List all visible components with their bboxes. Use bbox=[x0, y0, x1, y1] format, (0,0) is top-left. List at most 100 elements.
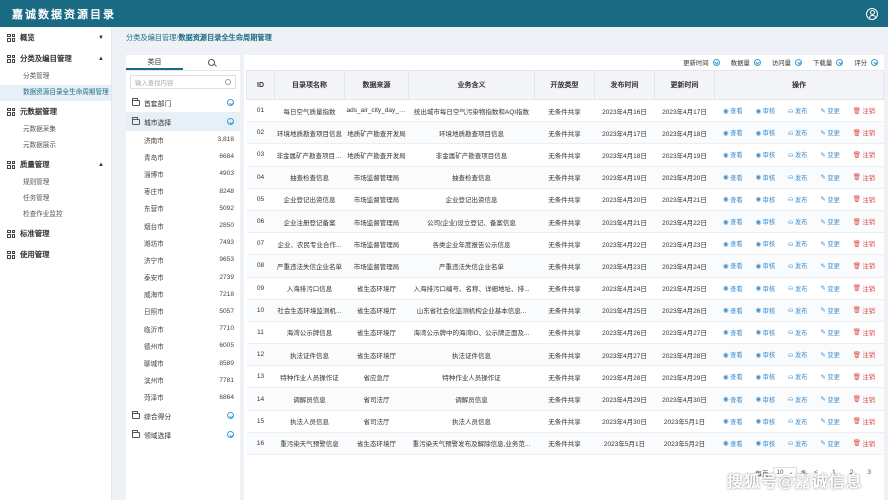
city-item[interactable]: 滨州市 7781 bbox=[126, 372, 240, 389]
audit-button[interactable]: ◉ 审核 bbox=[755, 395, 775, 404]
user-icon[interactable] bbox=[866, 7, 878, 20]
change-button[interactable]: ✎ 变更 bbox=[820, 217, 840, 227]
cancel-button[interactable]: 🗑 注销 bbox=[853, 261, 875, 271]
sort-icon[interactable] bbox=[836, 59, 844, 66]
cancel-button[interactable]: 🗑 注销 bbox=[853, 128, 875, 138]
view-button[interactable]: ◉ 查看 bbox=[723, 284, 743, 293]
city-item[interactable]: 淄博市 4903 bbox=[126, 165, 240, 182]
change-button[interactable]: ✎ 变更 bbox=[820, 195, 840, 204]
table-row[interactable]: 09 入海排污口信息 省生态环境厅 入海排污口编号、名称、详细地址、排... 无条件共享… bbox=[246, 277, 884, 300]
city-item[interactable]: 聊城市 8589 bbox=[126, 354, 240, 371]
publish-button[interactable]: ⛀ 发布 bbox=[788, 150, 808, 160]
view-button[interactable]: ◉ 查看 bbox=[723, 261, 743, 271]
city-item[interactable]: 德州市 6005 bbox=[126, 337, 240, 354]
audit-button[interactable]: ◉ 审核 bbox=[755, 372, 775, 382]
change-button[interactable]: ✎ 变更 bbox=[820, 128, 840, 138]
view-button[interactable]: ◉ 查看 bbox=[723, 395, 743, 404]
table-row[interactable]: 11 海湾公示牌信息 省生态环境厅 海湾公示牌中的海湾ID、公示牌正面及... 无条件共… bbox=[246, 321, 884, 345]
table-row[interactable]: 04 抽查检查信息 市场监督管理局 抽查检查信息 无条件共享 2023年4月19日 2023… bbox=[246, 166, 884, 189]
audit-button[interactable]: ◉ 审核 bbox=[755, 173, 775, 182]
expand-icon[interactable] bbox=[227, 412, 234, 419]
publish-button[interactable]: ⛀ 发布 bbox=[788, 350, 808, 360]
audit-button[interactable]: ◉ 审核 bbox=[755, 217, 775, 227]
table-row[interactable]: 12 执法证件信息 省生态环境厅 执法证件信息 无条件共享 2023年4月27日 2023年… bbox=[246, 343, 884, 367]
sidebar-group[interactable]: 分类及编目管理 ▲ bbox=[0, 48, 111, 69]
audit-button[interactable]: ◉ 审核 bbox=[755, 328, 775, 337]
cancel-button[interactable]: 🗑 注销 bbox=[853, 173, 875, 182]
sidebar-item[interactable]: 规则管理 bbox=[0, 175, 111, 191]
publish-button[interactable]: ⛀ 发布 bbox=[788, 173, 808, 182]
audit-button[interactable]: ◉ 审核 bbox=[755, 284, 775, 293]
sort-filter[interactable]: 访问量 bbox=[772, 58, 803, 67]
table-row[interactable]: 14 调解员信息 省司法厅 调解员信息 无条件共享 2023年4月29日 2023年4月30… bbox=[246, 387, 884, 411]
city-item[interactable]: 东营市 5092 bbox=[126, 200, 240, 217]
page-number[interactable]: 3 bbox=[867, 469, 871, 476]
cancel-button[interactable]: 🗑 注销 bbox=[853, 106, 875, 116]
tree-group-score[interactable]: 综合得分 bbox=[126, 406, 240, 425]
cancel-button[interactable]: 🗑 注销 bbox=[853, 417, 875, 426]
cancel-button[interactable]: 🗑 注销 bbox=[853, 217, 875, 227]
sidebar-group[interactable]: 标准管理 bbox=[0, 223, 111, 244]
publish-button[interactable]: ⛀ 发布 bbox=[788, 284, 808, 293]
sort-icon[interactable] bbox=[795, 59, 803, 66]
view-button[interactable]: ◉ 查看 bbox=[723, 106, 743, 116]
city-item[interactable]: 枣庄市 8248 bbox=[126, 183, 240, 200]
collapse-icon[interactable] bbox=[227, 118, 234, 125]
view-button[interactable]: ◉ 查看 bbox=[723, 217, 743, 227]
sidebar-item[interactable]: 元数据展示 bbox=[0, 138, 111, 154]
cancel-button[interactable]: 🗑 注销 bbox=[853, 195, 875, 204]
change-button[interactable]: ✎ 变更 bbox=[820, 106, 840, 116]
publish-button[interactable]: ⛀ 发布 bbox=[788, 439, 808, 448]
view-button[interactable]: ◉ 查看 bbox=[723, 372, 743, 382]
audit-button[interactable]: ◉ 审核 bbox=[755, 128, 775, 138]
cancel-button[interactable]: 🗑 注销 bbox=[853, 372, 875, 382]
cancel-button[interactable]: 🗑 注销 bbox=[853, 239, 875, 249]
publish-button[interactable]: ⛀ 发布 bbox=[788, 328, 808, 337]
change-button[interactable]: ✎ 变更 bbox=[820, 328, 840, 337]
change-button[interactable]: ✎ 变更 bbox=[820, 284, 840, 293]
view-button[interactable]: ◉ 查看 bbox=[723, 128, 743, 138]
sort-filter[interactable]: 更新时间 bbox=[683, 58, 720, 67]
city-item[interactable]: 济宁市 9653 bbox=[126, 251, 240, 268]
change-button[interactable]: ✎ 变更 bbox=[820, 261, 840, 271]
audit-button[interactable]: ◉ 审核 bbox=[755, 417, 775, 426]
view-button[interactable]: ◉ 查看 bbox=[723, 195, 743, 204]
change-button[interactable]: ✎ 变更 bbox=[820, 372, 840, 382]
cancel-button[interactable]: 🗑 注销 bbox=[853, 306, 875, 315]
view-button[interactable]: ◉ 查看 bbox=[723, 350, 743, 360]
change-button[interactable]: ✎ 变更 bbox=[820, 239, 840, 249]
change-button[interactable]: ✎ 变更 bbox=[820, 439, 840, 448]
sidebar-group[interactable]: 元数据管理 bbox=[0, 101, 111, 122]
table-row[interactable]: 13 特种作业人员操作证 省应急厅 特种作业人员操作证 无条件共享 2023年4月28日 2… bbox=[246, 365, 884, 389]
table-row[interactable]: 03 非金属矿产勘查项目信息 地质矿产勘查开发局 非金属矿产勘查项目信息 无条件共享 20… bbox=[246, 143, 884, 167]
change-button[interactable]: ✎ 变更 bbox=[820, 350, 840, 360]
cancel-button[interactable]: 🗑 注销 bbox=[853, 395, 875, 404]
change-button[interactable]: ✎ 变更 bbox=[820, 395, 840, 404]
tab-catalog[interactable]: 类目 bbox=[126, 55, 183, 70]
change-button[interactable]: ✎ 变更 bbox=[820, 173, 840, 182]
cancel-button[interactable]: 🗑 注销 bbox=[853, 328, 875, 337]
table-row[interactable]: 16 重污染天气预警信息 省生态环境厅 重污染天气预警发布及解除信息,业务范... 无条… bbox=[246, 432, 884, 456]
table-row[interactable]: 01 每日空气质量指数 ads_air_city_day_data 统出城市每日空气污… bbox=[246, 99, 884, 123]
sort-icon[interactable] bbox=[753, 59, 761, 66]
change-button[interactable]: ✎ 变更 bbox=[820, 306, 840, 315]
sidebar-group[interactable]: 使用管理 bbox=[0, 244, 111, 265]
audit-button[interactable]: ◉ 审核 bbox=[755, 239, 775, 249]
city-item[interactable]: 潍坊市 7493 bbox=[126, 234, 240, 251]
table-row[interactable]: 05 企业登记出资信息 市场监督管理局 企业登记出资信息 无条件共享 2023年4月20日… bbox=[246, 188, 884, 211]
audit-button[interactable]: ◉ 审核 bbox=[755, 150, 775, 160]
publish-button[interactable]: ⛀ 发布 bbox=[788, 106, 808, 116]
table-row[interactable]: 15 执法人员信息 省司法厅 执法人员信息 无条件共享 2023年4月30日 2023年5月… bbox=[246, 410, 884, 433]
audit-button[interactable]: ◉ 审核 bbox=[755, 306, 775, 315]
tree-group-department[interactable]: 首套部门 bbox=[126, 93, 240, 112]
sort-filter[interactable]: 数据量 bbox=[731, 58, 761, 67]
sidebar-item[interactable]: 检查作业监控 bbox=[0, 207, 111, 223]
sort-icon[interactable] bbox=[871, 59, 878, 66]
view-button[interactable]: ◉ 查看 bbox=[723, 439, 743, 448]
expand-icon[interactable] bbox=[227, 99, 234, 106]
cancel-button[interactable]: 🗑 注销 bbox=[853, 150, 875, 160]
sort-icon[interactable] bbox=[712, 59, 720, 66]
tree-search-input[interactable]: 输入查找内容 bbox=[130, 75, 236, 89]
city-item[interactable]: 威海市 7218 bbox=[126, 286, 240, 303]
sidebar-group[interactable]: 概览 ▼ bbox=[0, 27, 111, 48]
